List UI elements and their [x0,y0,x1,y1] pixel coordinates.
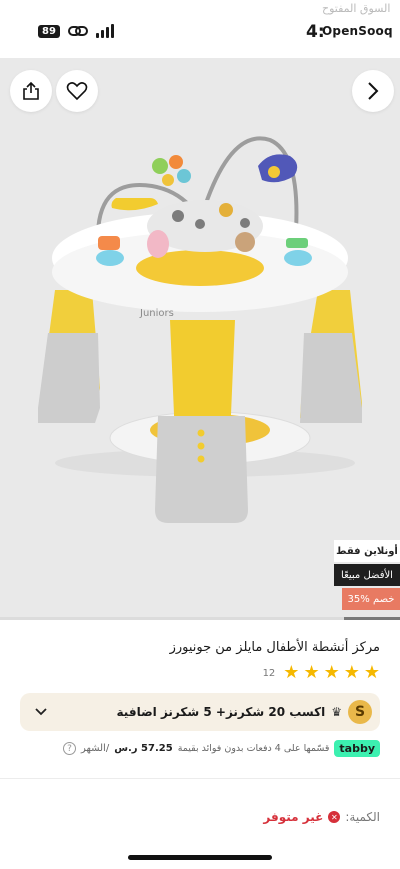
star-icon: ★ [303,662,320,683]
shukrans-badge: S [348,700,372,724]
divider [0,778,400,779]
share-icon [23,81,39,100]
favorite-button[interactable] [56,70,98,112]
tabby-amount: 57.25 ر.س [114,743,173,754]
crown-icon: ♛ [331,705,342,719]
link-icon [67,26,88,36]
gallery-progress [0,617,400,620]
battery-indicator: 89 [38,24,60,38]
info-icon[interactable]: ? [62,742,76,755]
star-icon: ★ [323,662,340,683]
chevron-right-icon [368,82,379,100]
product-gallery[interactable]: Juniors أونلاين فقط الأفضل مبيعًا 35% خص… [0,58,400,618]
rating: ★ ★ ★ ★ ★ 12 [263,664,380,682]
status-bar: 89 4: السوق المفتوح OpenSooq [0,0,400,58]
star-icon: ★ [283,662,300,683]
brand-name: OpenSooq [322,24,393,38]
product-image: Juniors [38,136,362,523]
rating-count: 12 [262,667,276,679]
star-icon: ★ [343,662,360,683]
share-button[interactable] [10,70,52,112]
best-seller-tag: الأفضل مبيعًا [334,564,400,586]
signal-icon [95,24,114,38]
rewards-text: اكسب 20 شكرنز+ 5 شكرنز اضافية [116,705,326,719]
quantity-label: الكمية: [345,810,380,824]
heart-icon [66,82,88,101]
brand-name-ar: السوق المفتوح [322,2,391,15]
discount-tag: 35% خصم [342,588,400,610]
tabby-period: /الشهر [80,743,110,754]
brand-mark: Juniors [139,308,174,319]
home-indicator[interactable] [128,855,272,860]
tabby-logo: tabby [334,740,380,757]
star-icon: ★ [363,662,380,683]
availability-status: غير متوفر [263,810,324,824]
chevron-down-icon[interactable] [34,707,48,717]
status-icons: 89 [38,24,114,38]
tabby-installments[interactable]: tabby قسّمها على 4 دفعات بدون فوائد بقيم… [62,740,380,757]
gallery-progress-fill [344,617,400,620]
product-title: مركز أنشطة الأطفال مايلز من جونيورز [169,640,380,655]
tabby-text: قسّمها على 4 دفعات بدون فوائد بقيمة [177,743,330,754]
next-image-button[interactable] [352,70,394,112]
unavailable-icon: ✕ [328,811,341,823]
rewards-banner[interactable]: S ♛ اكسب 20 شكرنز+ 5 شكرنز اضافية [20,693,380,731]
quantity-row: الكمية: ✕ غير متوفر [263,810,380,824]
online-only-tag: أونلاين فقط [334,540,400,562]
